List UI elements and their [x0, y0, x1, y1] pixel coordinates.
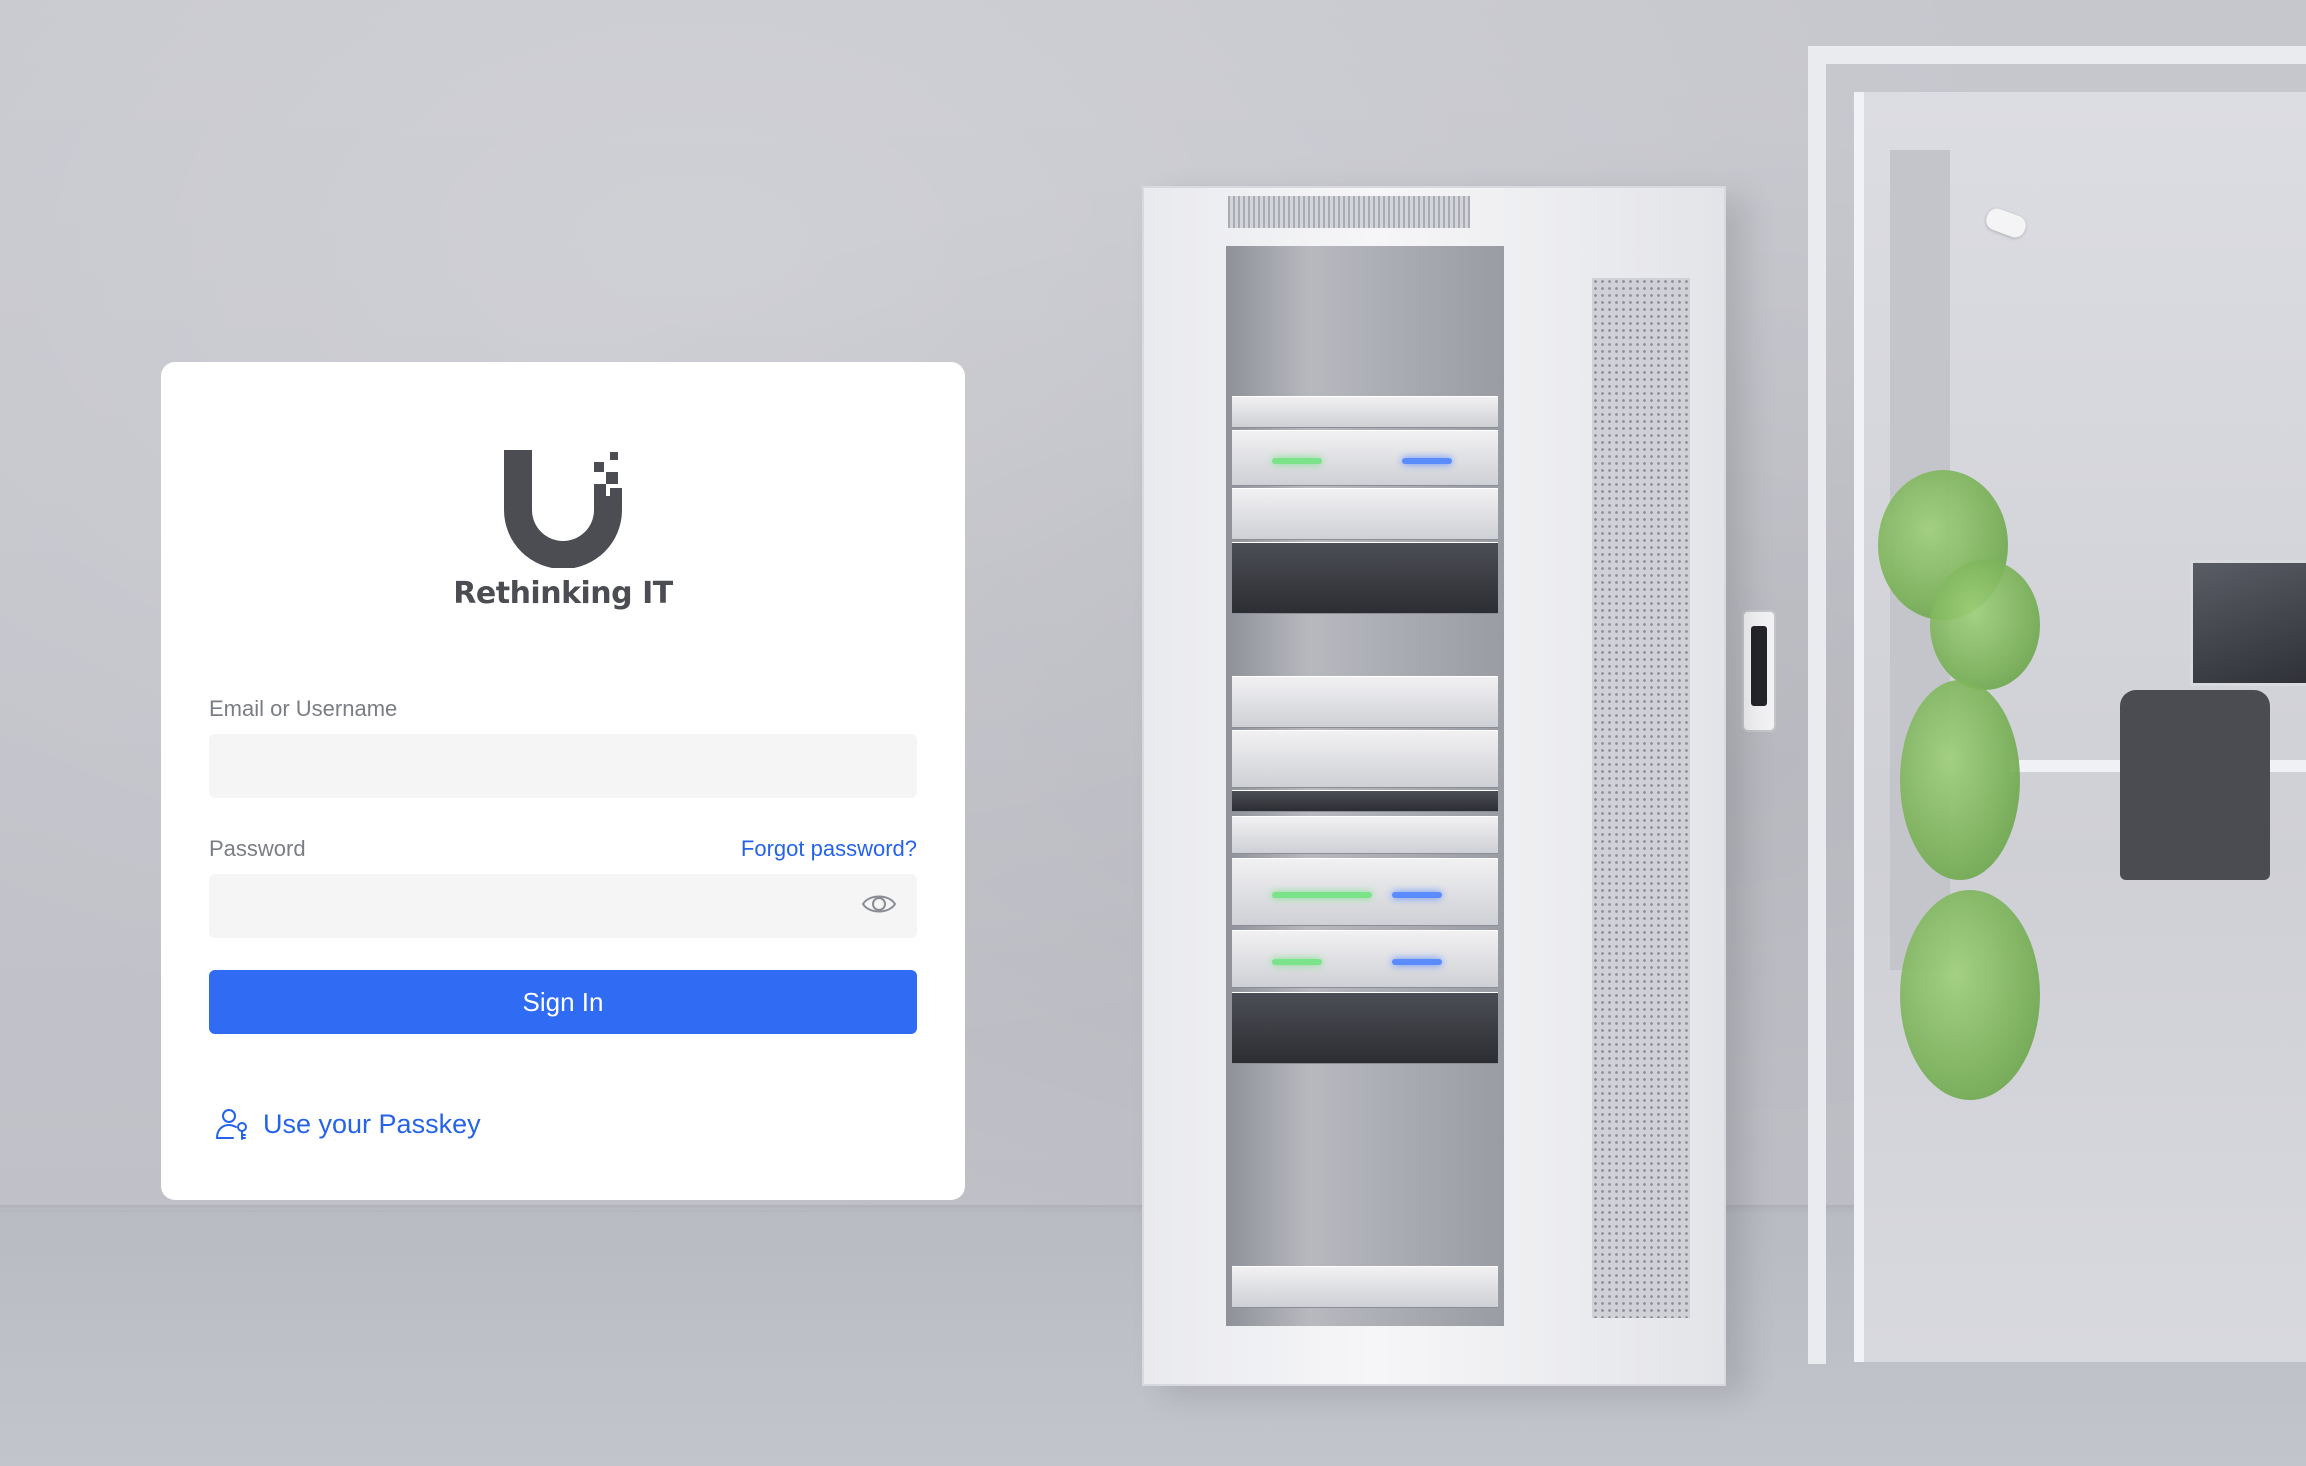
rack-device [1232, 730, 1498, 788]
password-field[interactable] [209, 874, 917, 938]
access-reader [1742, 610, 1776, 732]
ubiquiti-u-icon [504, 450, 622, 568]
rack-device [1232, 992, 1498, 1064]
login-screen: Rethinking IT Email or Username Password… [0, 0, 2306, 1466]
brand-tagline: Rethinking IT [453, 576, 673, 611]
rack-device [1232, 816, 1498, 854]
plant-leaf [1930, 560, 2040, 690]
plant-leaf [1900, 890, 2040, 1100]
email-field[interactable] [209, 734, 917, 798]
plant-leaf [1900, 680, 2020, 880]
rack-side-panel [1592, 278, 1690, 1318]
user-key-icon [216, 1109, 247, 1140]
server-rack [1142, 186, 1726, 1386]
rack-device [1232, 1266, 1498, 1308]
rack-device [1232, 488, 1498, 540]
eye-icon[interactable] [861, 886, 897, 922]
office-monitor [2190, 560, 2306, 686]
rack-device [1232, 430, 1498, 486]
rack-device [1232, 930, 1498, 988]
rack-device [1232, 790, 1498, 812]
passkey-label: Use your Passkey [263, 1108, 481, 1139]
login-card: Rethinking IT Email or Username Password… [161, 362, 965, 1200]
rack-device [1232, 396, 1498, 428]
rack-device [1232, 542, 1498, 614]
passkey-link[interactable]: Use your Passkey [215, 1102, 481, 1146]
password-label: Password [209, 836, 306, 861]
office-chair [2120, 690, 2270, 880]
rack-device [1232, 858, 1498, 926]
rack-interior [1226, 246, 1504, 1326]
rack-vent [1228, 196, 1470, 228]
brand-logo: Rethinking IT [161, 448, 965, 611]
email-label: Email or Username [209, 696, 398, 721]
forgot-password-link[interactable]: Forgot password? [741, 836, 917, 862]
rack-device [1232, 676, 1498, 728]
sign-in-button[interactable]: Sign In [209, 970, 917, 1034]
